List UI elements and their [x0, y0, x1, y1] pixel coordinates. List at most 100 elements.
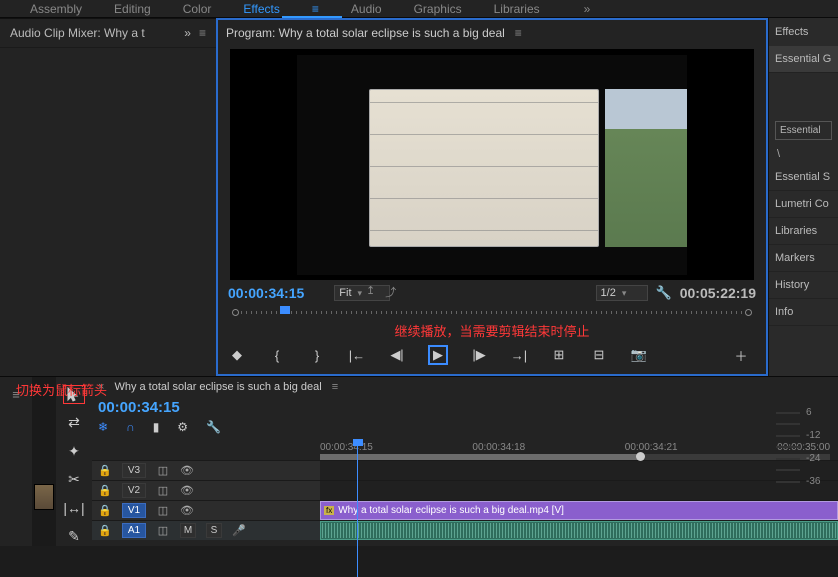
add-button-icon[interactable]: ＋ — [732, 346, 750, 364]
sequence-menu-icon[interactable]: ≡ — [332, 381, 338, 393]
tick-label: 00:00:34:21 — [625, 442, 678, 453]
step-forward-icon[interactable]: |▶ — [470, 346, 488, 364]
link-icon[interactable]: ∩ — [126, 420, 135, 434]
tab-graphics[interactable]: Graphics — [414, 2, 462, 16]
track-select-tool[interactable]: ⇄ — [63, 414, 85, 432]
tab-essential-graphics[interactable]: Essential G — [769, 46, 838, 73]
tab-assembly[interactable]: Assembly — [30, 2, 82, 16]
duration-timecode: 00:05:22:19 — [680, 285, 756, 301]
tool-column: ⇄ ✦ ✂ |↔| ✎ — [56, 377, 92, 546]
tab-history[interactable]: History — [769, 272, 838, 299]
lock-icon[interactable]: 🔒 — [98, 524, 112, 537]
export-frame-icon[interactable]: 📷 — [630, 346, 648, 364]
wrench-icon[interactable]: 🔧 — [206, 420, 221, 434]
tab-lumetri[interactable]: Lumetri Co — [769, 191, 838, 218]
overflow-icon[interactable]: » — [184, 26, 191, 40]
lock-icon[interactable]: 🔒 — [98, 504, 112, 517]
right-effects-label[interactable]: Effects — [769, 18, 838, 46]
v2-label[interactable]: V2 — [122, 483, 146, 498]
solo-button[interactable]: S — [206, 523, 222, 538]
right-panel-stack: Effects Essential G Essential \ Essentia… — [768, 18, 838, 376]
lift-icon[interactable]: ↥ — [366, 284, 375, 300]
a1-label[interactable]: A1 — [122, 523, 146, 538]
project-panel-collapsed: ≡ — [0, 377, 32, 546]
settings-icon[interactable]: ⚙ — [177, 420, 188, 434]
slip-tool[interactable]: |↔| — [63, 499, 85, 517]
insert-icon[interactable]: ⊞ — [550, 346, 568, 364]
overflow-chevron-icon[interactable]: » — [584, 2, 591, 16]
essential-search-box[interactable]: Essential — [775, 121, 832, 140]
transport-bar: ◆ { } |← ◀| ▶ |▶ →| ⊞ ⊟ 📷 ＋ — [228, 340, 756, 370]
tab-libraries[interactable]: Libraries — [769, 218, 838, 245]
tracks: 🔒 V3 ◫ 👁 🔒 V2 ◫ 👁 — [92, 460, 838, 540]
overwrite-icon[interactable]: ⊟ — [590, 346, 608, 364]
voiceover-icon[interactable]: 🎤 — [232, 524, 246, 537]
tab-essential-sound[interactable]: Essential S — [769, 164, 838, 191]
pen-tool[interactable]: ✎ — [63, 528, 85, 546]
toggle-sync-icon[interactable]: ◫ — [156, 504, 170, 517]
v1-label[interactable]: V1 — [122, 503, 146, 518]
v3-label[interactable]: V3 — [122, 463, 146, 478]
video-clip[interactable]: fx Why a total solar eclipse is such a b… — [320, 501, 838, 520]
tab-libraries[interactable]: Libraries — [494, 2, 540, 16]
scrub-playhead[interactable] — [280, 306, 290, 314]
sequence-title[interactable]: Why a total solar eclipse is such a big … — [114, 381, 321, 393]
three-lines-icon[interactable]: ≡ — [312, 2, 319, 16]
v1-lane[interactable]: fx Why a total solar eclipse is such a b… — [320, 501, 838, 520]
program-menu-icon[interactable]: ≡ — [515, 26, 522, 40]
tick-label: 00:00:34:15 — [320, 442, 373, 453]
audio-meter: 6 -12 -24 -36 — [776, 402, 834, 492]
eye-icon[interactable]: 👁 — [180, 464, 194, 477]
audio-mixer-title[interactable]: Audio Clip Mixer: Why a t — [10, 26, 145, 40]
tab-markers[interactable]: Markers — [769, 245, 838, 272]
go-in-icon[interactable]: |← — [348, 346, 366, 364]
video-preview[interactable] — [230, 49, 754, 280]
toggle-sync-icon[interactable]: ◫ — [156, 464, 170, 477]
toggle-sync-icon[interactable]: ◫ — [156, 484, 170, 497]
timeline-ruler[interactable]: 00:00:34:15 00:00:34:18 00:00:34:21 00:0… — [92, 442, 838, 460]
eye-icon[interactable]: 👁 — [180, 484, 194, 497]
clip-label: Why a total solar eclipse is such a big … — [338, 505, 564, 516]
mark-in-icon[interactable]: ◆ — [228, 346, 246, 364]
audio-mixer-panel: Audio Clip Mixer: Why a t » ≡ — [0, 18, 216, 376]
tab-effects[interactable]: Effects — [243, 2, 279, 16]
play-button[interactable]: ▶ — [428, 345, 448, 365]
video-frame-left — [369, 89, 599, 247]
tab-audio[interactable]: Audio — [351, 2, 382, 16]
settings-wrench-icon[interactable]: 🔧 — [656, 285, 672, 301]
program-title: Program: Why a total solar eclipse is su… — [226, 26, 505, 40]
a1-lane[interactable] — [320, 521, 838, 540]
tab-editing[interactable]: Editing — [114, 2, 151, 16]
fx-badge-icon: fx — [324, 506, 334, 515]
lock-icon[interactable]: 🔒 — [98, 484, 112, 497]
in-bracket-icon[interactable]: { — [268, 346, 286, 364]
eye-icon[interactable]: 👁 — [180, 504, 194, 517]
tab-info[interactable]: Info — [769, 299, 838, 326]
extract-icon[interactable]: ⤴ — [385, 284, 396, 300]
lock-icon[interactable]: 🔒 — [98, 464, 112, 477]
sequence-toolbar: ❄ ∩ ▮ ⚙ 🔧 — [92, 418, 838, 440]
marker-icon[interactable]: ▮ — [153, 420, 160, 434]
sequence-timecode[interactable]: 00:00:34:15 — [92, 397, 838, 418]
audio-clip[interactable] — [320, 521, 838, 540]
tab-color[interactable]: Color — [183, 2, 212, 16]
current-timecode[interactable]: 00:00:34:15 — [228, 285, 304, 301]
go-out-icon[interactable]: →| — [510, 346, 528, 364]
annotation-tool-text: 切换为鼠标箭头 — [16, 380, 107, 399]
v3-lane[interactable] — [320, 461, 838, 480]
workspace-tabs: Assembly Editing Color Effects ≡ Audio G… — [0, 0, 838, 18]
toggle-sync-icon[interactable]: ◫ — [156, 524, 170, 537]
timeline-panel: × Why a total solar eclipse is such a bi… — [92, 377, 838, 546]
ripple-tool[interactable]: ✦ — [63, 442, 85, 460]
mute-button[interactable]: M — [180, 523, 196, 538]
resolution-select[interactable]: 1/2 — [596, 285, 648, 301]
v2-lane[interactable] — [320, 481, 838, 500]
snap-icon[interactable]: ❄ — [98, 420, 108, 434]
scrub-bar[interactable] — [230, 305, 754, 319]
razor-tool[interactable]: ✂ — [63, 471, 85, 489]
out-bracket-icon[interactable]: } — [308, 346, 326, 364]
step-back-icon[interactable]: ◀| — [388, 346, 406, 364]
annotation-play-text: 继续播放，当需要剪辑结束时停止 — [228, 321, 756, 340]
panel-menu-icon[interactable]: ≡ — [199, 26, 206, 40]
media-thumb[interactable] — [32, 377, 56, 546]
